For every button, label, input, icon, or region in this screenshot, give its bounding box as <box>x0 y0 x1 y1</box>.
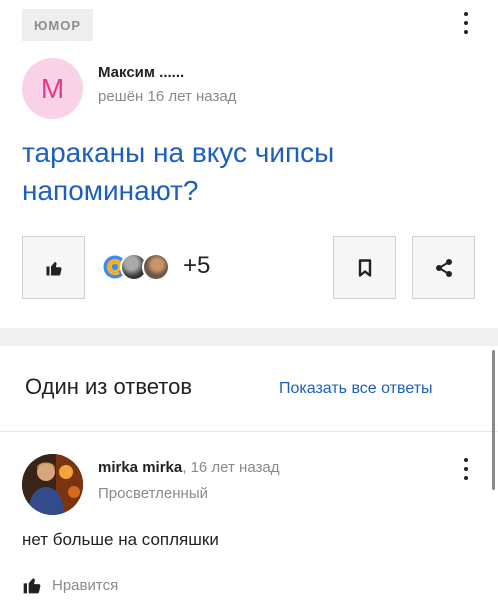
question-title: тараканы на вкус чипсы напоминают? <box>22 137 335 206</box>
participants-count[interactable]: +5 <box>183 252 210 280</box>
author-avatar[interactable]: М <box>22 58 83 119</box>
question-more-icon[interactable] <box>461 12 471 34</box>
bookmark-icon <box>358 258 371 277</box>
answer-author-name[interactable]: mirka mirka <box>98 459 182 476</box>
share-icon <box>435 258 452 277</box>
participant-avatar-3[interactable] <box>142 253 170 281</box>
answer-meta: mirka mirka, 16 лет назад <box>98 459 280 476</box>
category-tag[interactable]: ЮМОР <box>22 9 93 41</box>
answer-text: нет больше на сопляшки <box>22 530 219 549</box>
thumbs-up-icon <box>46 261 62 275</box>
like-answer-button[interactable]: Нравится <box>22 574 118 596</box>
card-separator <box>0 328 498 346</box>
answer-more-icon[interactable] <box>461 458 471 480</box>
bookmark-button[interactable] <box>333 236 396 299</box>
answer-author-rank: Просветленный <box>98 485 208 502</box>
thumbs-up-icon <box>23 578 41 594</box>
share-button[interactable] <box>412 236 475 299</box>
like-label: Нравится <box>52 576 119 594</box>
answers-section-title: Один из ответов <box>25 374 193 399</box>
answers-divider <box>0 431 498 432</box>
answer-time: , 16 лет назад <box>182 459 280 476</box>
scrollbar[interactable] <box>492 350 495 490</box>
user-photo <box>22 454 83 515</box>
solved-time: решён 16 лет назад <box>98 88 237 105</box>
show-all-answers-link[interactable]: Показать все ответы <box>279 380 433 398</box>
answer-author-avatar[interactable] <box>22 454 83 515</box>
like-question-button[interactable] <box>22 236 85 299</box>
author-name[interactable]: Максим ...... <box>98 64 184 81</box>
